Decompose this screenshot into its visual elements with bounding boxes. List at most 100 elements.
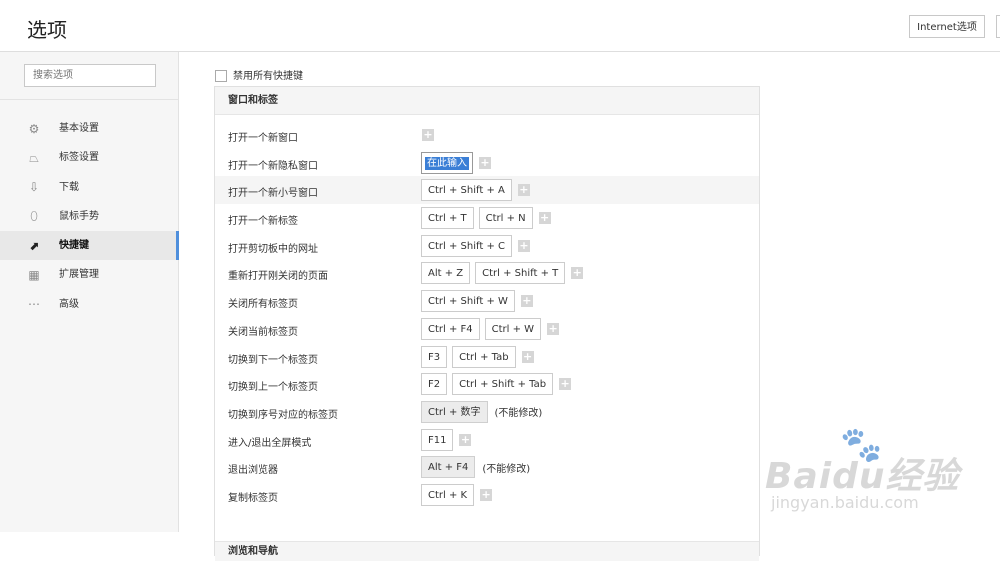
- shortcut-label: 打开一个新标签: [228, 216, 298, 228]
- shortcut-key[interactable]: Alt + Z: [421, 262, 471, 285]
- sidebar-item-label: 扩展管理: [59, 269, 99, 281]
- sidebar-item-4[interactable]: ⬈ 快捷键: [0, 231, 179, 261]
- shortcut-key[interactable]: F11: [421, 428, 454, 451]
- add-shortcut-icon[interactable]: +: [521, 350, 534, 363]
- shortcut-label: 重新打开刚关闭的页面: [228, 271, 328, 283]
- shortcut-row: 复制标签页 Ctrl + K +: [215, 481, 759, 509]
- add-shortcut-icon[interactable]: +: [517, 184, 530, 197]
- sidebar-item-label: 鼠标手势: [59, 210, 99, 222]
- add-shortcut-icon[interactable]: +: [517, 239, 530, 252]
- shortcut-key[interactable]: Ctrl + F4: [421, 317, 480, 340]
- disable-all-row[interactable]: 禁用所有快捷键: [215, 67, 303, 82]
- shortcut-row: 切换到下一个标签页 F3 Ctrl + Tab +: [215, 343, 759, 371]
- sidebar-item-5[interactable]: ▦ 扩展管理: [0, 260, 178, 289]
- shortcut-key[interactable]: Ctrl + T: [421, 207, 474, 230]
- download-icon: ⇩: [28, 180, 40, 195]
- shortcut-key[interactable]: Ctrl + Shift + Tab: [452, 373, 554, 396]
- shortcut-label: 切换到序号对应的标签页: [228, 409, 338, 421]
- shortcut-label: 打开一个新隐私窗口: [228, 160, 318, 172]
- sidebar-item-6[interactable]: ⋯ 高级: [0, 290, 178, 319]
- shortcut-keys: +: [421, 123, 434, 147]
- shortcut-icon: ⬈: [28, 238, 40, 253]
- shortcut-key: Alt + F4: [421, 456, 476, 479]
- shortcut-input-text: 在此输入: [425, 156, 469, 170]
- extensions-icon: ▦: [28, 267, 40, 282]
- internet-options-button[interactable]: Internet选项: [909, 15, 985, 38]
- shortcut-row: 退出浏览器 Alt + F4 (不能修改): [215, 453, 759, 481]
- sidebar: ⚙ 基本设置 ⏢ 标签设置 ⇩ 下载 ⬯ 鼠标手势 ⬈ 快捷键 ▦ 扩展管理 ⋯ 高级: [0, 52, 179, 532]
- shortcut-label: 进入/退出全屏模式: [228, 437, 312, 449]
- shortcut-label: 切换到上一个标签页: [228, 382, 318, 394]
- add-shortcut-icon[interactable]: +: [520, 295, 533, 308]
- add-shortcut-icon[interactable]: +: [547, 322, 560, 335]
- shortcut-row: 切换到序号对应的标签页 Ctrl + 数字 (不能修改): [215, 398, 759, 426]
- shortcut-panel: 窗口和标签 打开一个新窗口 + 打开一个新隐私窗口 在此输入 + 打开一个新小号窗口 Ctr…: [214, 86, 760, 561]
- more-icon: ⋯: [28, 297, 40, 312]
- shortcut-keys: F11 +: [421, 428, 472, 452]
- shortcut-keys: Ctrl + T Ctrl + N +: [421, 206, 551, 230]
- add-shortcut-icon[interactable]: +: [459, 433, 472, 446]
- shortcut-key[interactable]: Ctrl + K: [421, 483, 475, 506]
- shortcut-key[interactable]: F3: [421, 345, 448, 368]
- shortcut-key[interactable]: Ctrl + W: [484, 317, 542, 340]
- shortcut-row: 进入/退出全屏模式 F11 +: [215, 426, 759, 454]
- sidebar-item-1[interactable]: ⏢ 标签设置: [0, 143, 178, 172]
- sidebar-item-2[interactable]: ⇩ 下载: [0, 173, 178, 202]
- shortcut-key[interactable]: Ctrl + Shift + A: [421, 179, 512, 202]
- shortcut-keys: Ctrl + 数字 (不能修改): [421, 400, 542, 424]
- shortcut-key[interactable]: Ctrl + Tab: [452, 345, 516, 368]
- shortcut-keys: 在此输入 +: [421, 151, 491, 175]
- readonly-note: (不能修改): [494, 408, 543, 420]
- sidebar-item-label: 基本设置: [59, 123, 99, 134]
- shortcut-row: 打开一个新小号窗口 Ctrl + Shift + A +: [215, 176, 759, 205]
- shortcut-label: 复制标签页: [228, 492, 278, 504]
- add-shortcut-icon[interactable]: +: [479, 156, 491, 169]
- shortcut-row: 切换到上一个标签页 F2 Ctrl + Shift + Tab +: [215, 370, 759, 398]
- shortcut-row: 打开剪切板中的网址 Ctrl + Shift + C +: [215, 232, 759, 260]
- shortcut-keys: Ctrl + F4 Ctrl + W +: [421, 317, 560, 341]
- disable-all-checkbox[interactable]: [215, 70, 227, 82]
- shortcut-key[interactable]: Ctrl + Shift + T: [475, 262, 566, 285]
- shortcut-label: 切换到下一个标签页: [228, 354, 318, 366]
- sidebar-item-3[interactable]: ⬯ 鼠标手势: [0, 202, 178, 231]
- next-section-title: 浏览和导航: [215, 541, 759, 561]
- add-shortcut-icon[interactable]: +: [422, 129, 434, 141]
- shortcut-keys: F3 Ctrl + Tab +: [421, 345, 534, 369]
- shortcut-label: 退出浏览器: [228, 465, 278, 477]
- sidebar-nav: ⚙ 基本设置 ⏢ 标签设置 ⇩ 下载 ⬯ 鼠标手势 ⬈ 快捷键 ▦ 扩展管理 ⋯ 高级: [0, 114, 179, 319]
- add-shortcut-icon[interactable]: +: [571, 267, 584, 280]
- shortcut-input[interactable]: 在此输入: [421, 151, 473, 174]
- tab-icon: ⏢: [29, 150, 39, 165]
- shortcut-row: 关闭所有标签页 Ctrl + Shift + W +: [215, 287, 759, 315]
- shortcut-label: 打开一个新小号窗口: [228, 188, 318, 200]
- extra-button[interactable]: [996, 15, 1000, 38]
- add-shortcut-icon[interactable]: +: [480, 488, 493, 501]
- sidebar-item-label: 高级: [59, 298, 79, 310]
- sidebar-divider: [0, 99, 178, 100]
- add-shortcut-icon[interactable]: +: [538, 212, 551, 225]
- shortcut-list: 打开一个新窗口 + 打开一个新隐私窗口 在此输入 + 打开一个新小号窗口 Ctrl + Sh…: [215, 121, 759, 509]
- search-input[interactable]: [24, 64, 156, 87]
- main-content: 禁用所有快捷键 窗口和标签 打开一个新窗口 + 打开一个新隐私窗口 在此输入 + 打开一个…: [179, 52, 1000, 561]
- shortcut-key[interactable]: Ctrl + N: [478, 207, 533, 230]
- shortcut-key[interactable]: Ctrl + Shift + W: [421, 290, 515, 313]
- add-shortcut-icon[interactable]: +: [559, 378, 572, 391]
- sidebar-item-0[interactable]: ⚙ 基本设置: [0, 114, 178, 143]
- shortcut-row: 打开一个新标签 Ctrl + T Ctrl + N +: [215, 204, 759, 232]
- shortcut-label: 关闭所有标签页: [228, 299, 298, 311]
- title-bar: 选项 Internet选项: [0, 0, 1000, 52]
- shortcut-keys: Ctrl + K +: [421, 483, 493, 507]
- sidebar-item-label: 快捷键: [59, 240, 89, 252]
- shortcut-keys: Ctrl + Shift + C +: [421, 234, 530, 258]
- sidebar-item-label: 标签设置: [59, 152, 99, 164]
- shortcut-key[interactable]: Ctrl + Shift + C: [421, 234, 512, 257]
- shortcut-row: 关闭当前标签页 Ctrl + F4 Ctrl + W +: [215, 315, 759, 343]
- shortcut-keys: Alt + F4 (不能修改): [421, 455, 530, 479]
- shortcut-row: 打开一个新窗口 +: [215, 121, 759, 149]
- shortcut-label: 打开一个新窗口: [228, 133, 298, 144]
- shortcut-keys: F2 Ctrl + Shift + Tab +: [421, 372, 572, 396]
- shortcut-row: 重新打开刚关闭的页面 Alt + Z Ctrl + Shift + T +: [215, 259, 759, 287]
- shortcut-keys: Ctrl + Shift + A +: [421, 178, 530, 202]
- shortcut-key[interactable]: F2: [421, 373, 448, 396]
- shortcut-label: 打开剪切板中的网址: [228, 243, 318, 255]
